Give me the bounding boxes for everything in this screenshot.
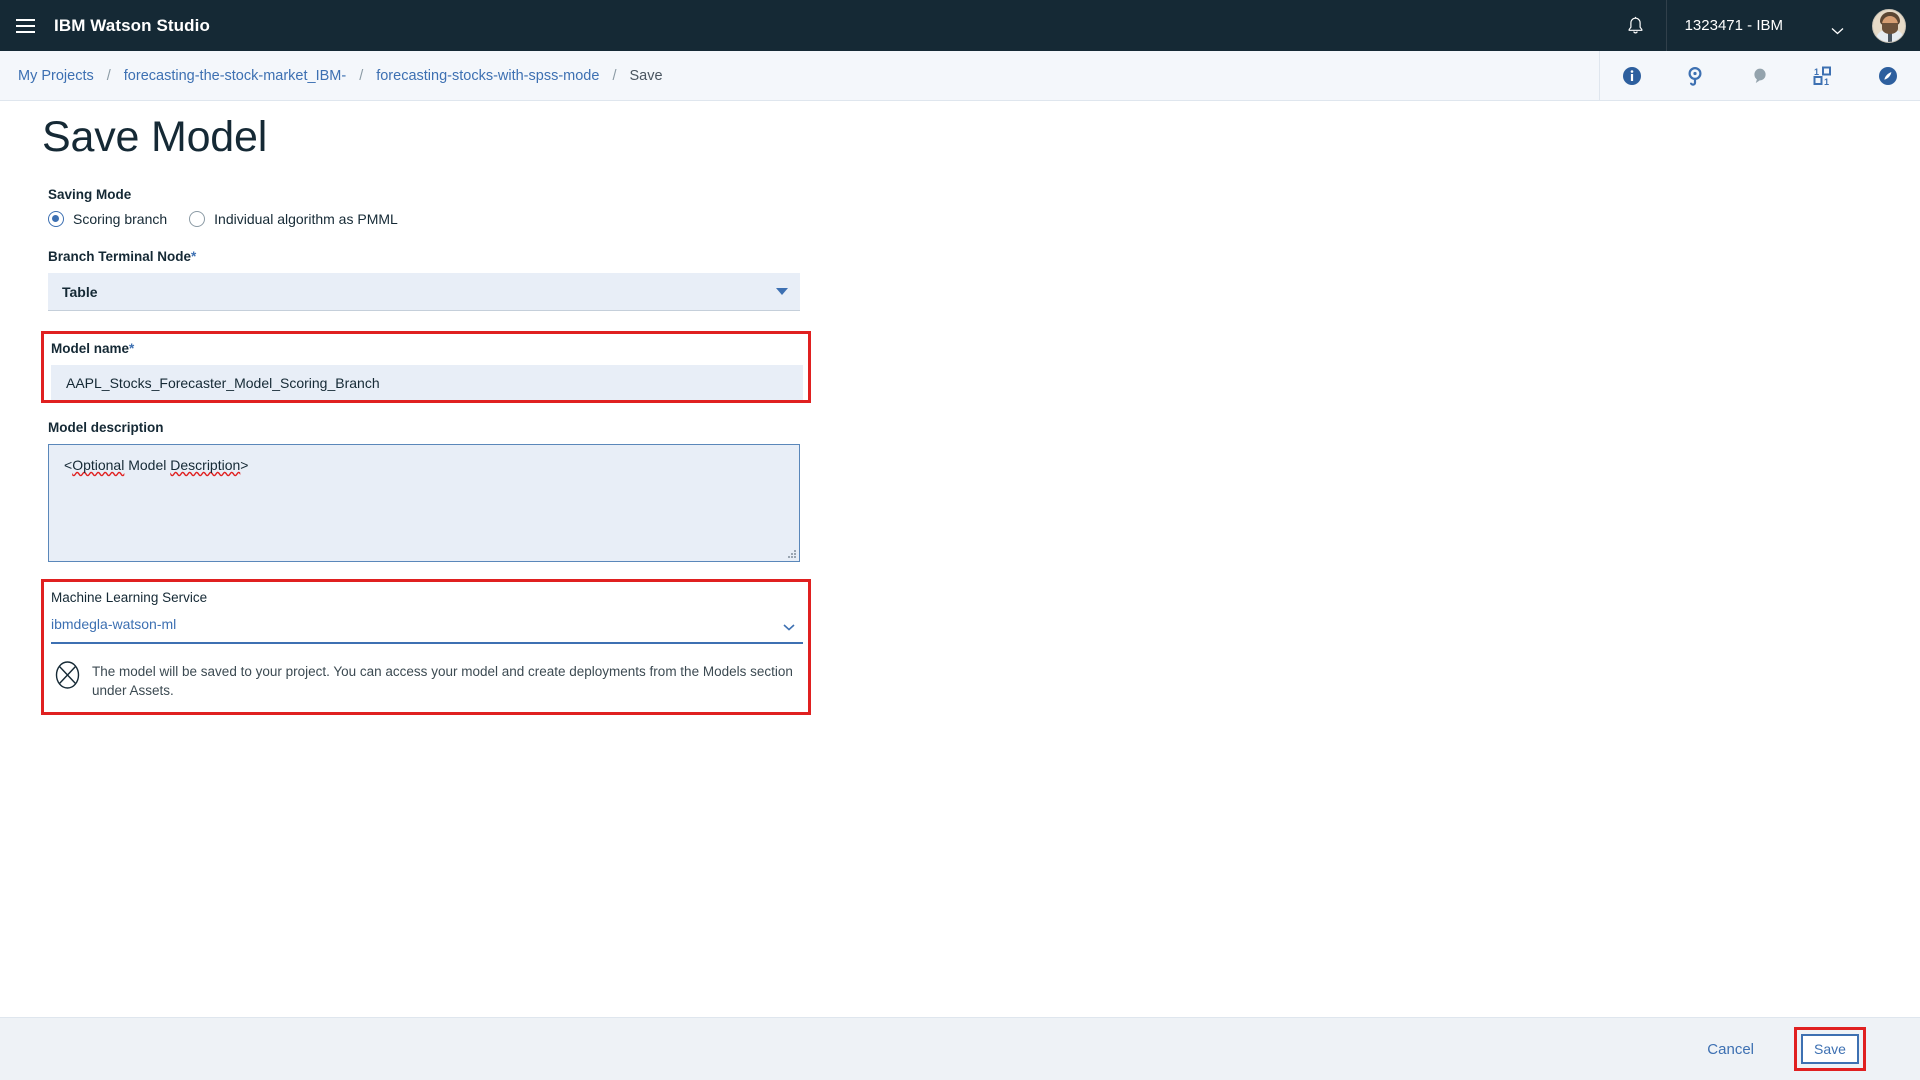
- branch-terminal-node-label-text: Branch Terminal Node: [48, 249, 191, 264]
- radio-individual-pmml-label: Individual algorithm as PMML: [214, 211, 398, 227]
- spellcheck-word: Description: [170, 457, 240, 473]
- user-avatar-image: [1872, 9, 1906, 43]
- comment-hook-glyph: [1686, 66, 1706, 86]
- breadcrumb-item-1[interactable]: forecasting-the-stock-market_IBM-: [124, 68, 346, 84]
- page-title: Save Model: [42, 113, 267, 162]
- branch-terminal-node-value: Table: [62, 284, 98, 300]
- app-brand-title: IBM Watson Studio: [54, 16, 210, 36]
- account-name-label: 1323471 - IBM: [1685, 17, 1783, 34]
- binary-code-glyph: 1 1: [1813, 66, 1835, 86]
- model-name-value: AAPL_Stocks_Forecaster_Model_Scoring_Bra…: [66, 375, 380, 391]
- model-name-input[interactable]: AAPL_Stocks_Forecaster_Model_Scoring_Bra…: [51, 365, 803, 400]
- model-description-placeholder: <Optional Model Description>: [64, 457, 248, 473]
- hamburger-line: [16, 25, 35, 27]
- spellcheck-word: Optional: [72, 457, 124, 473]
- saving-mode-section: Saving Mode Scoring branch Individual al…: [0, 187, 1000, 227]
- cancel-button[interactable]: Cancel: [1691, 1031, 1770, 1068]
- radio-scoring-branch-label: Scoring branch: [73, 211, 167, 227]
- required-marker: *: [191, 249, 196, 264]
- avatar-beard: [1882, 23, 1898, 34]
- form-action-bar: Cancel Save: [0, 1017, 1920, 1080]
- hamburger-menu-icon[interactable]: [0, 0, 50, 51]
- model-description-textarea[interactable]: <Optional Model Description>: [48, 444, 800, 562]
- model-name-section-highlight: Model name* AAPL_Stocks_Forecaster_Model…: [41, 331, 811, 403]
- machine-learning-service-label: Machine Learning Service: [51, 590, 808, 605]
- no-entry-glyph: [54, 660, 81, 690]
- saving-mode-label: Saving Mode: [48, 187, 1000, 202]
- bell-glyph: [1626, 16, 1645, 36]
- breadcrumb-item-current: Save: [629, 68, 662, 84]
- breadcrumb-item-0[interactable]: My Projects: [18, 68, 94, 84]
- machine-learning-service-value: ibmdegla-watson-ml: [51, 616, 176, 632]
- info-icon[interactable]: [1600, 51, 1664, 100]
- speech-bubble-icon[interactable]: [1728, 51, 1792, 100]
- model-description-section: Model description <Optional Model Descri…: [0, 420, 1000, 562]
- account-selector[interactable]: 1323471 - IBM: [1667, 0, 1858, 51]
- save-button[interactable]: Save: [1801, 1034, 1859, 1064]
- avatar[interactable]: [1858, 0, 1920, 51]
- radio-selected-icon: [48, 211, 64, 227]
- breadcrumb-separator: /: [346, 68, 376, 84]
- model-description-label: Model description: [48, 420, 1000, 435]
- svg-text:1: 1: [1814, 67, 1819, 77]
- breadcrumb: My Projects / forecasting-the-stock-mark…: [0, 68, 663, 84]
- breadcrumb-separator: /: [94, 68, 124, 84]
- top-navigation-right: 1323471 - IBM: [1606, 0, 1920, 51]
- binary-code-icon[interactable]: 1 1: [1792, 51, 1856, 100]
- svg-text:1: 1: [1824, 77, 1829, 86]
- chevron-down-icon: [1831, 22, 1844, 30]
- info-glyph: [1622, 66, 1642, 86]
- hamburger-line: [16, 31, 35, 33]
- top-navigation-bar: IBM Watson Studio 1323471 - IBM: [0, 0, 1920, 51]
- radio-scoring-branch[interactable]: Scoring branch: [48, 211, 167, 227]
- branch-terminal-node-section: Branch Terminal Node* Table: [0, 249, 1000, 311]
- comment-hook-icon[interactable]: [1664, 51, 1728, 100]
- bell-icon[interactable]: [1606, 0, 1666, 51]
- chevron-glyph: [783, 624, 795, 631]
- chevron-down-icon: [783, 618, 795, 625]
- breadcrumb-item-2[interactable]: forecasting-stocks-with-spss-mode: [376, 68, 599, 84]
- machine-learning-service-section-highlight: Machine Learning Service ibmdegla-watson…: [41, 579, 811, 715]
- pen-edit-icon[interactable]: [1856, 51, 1920, 100]
- pen-edit-glyph: [1878, 66, 1898, 86]
- breadcrumb-separator: /: [599, 68, 629, 84]
- machine-learning-service-note: The model will be saved to your project.…: [51, 660, 808, 701]
- model-name-label-text: Model name: [51, 341, 129, 356]
- breadcrumb-bar: My Projects / forecasting-the-stock-mark…: [0, 51, 1920, 101]
- radio-unselected-icon: [189, 211, 205, 227]
- machine-learning-service-note-text: The model will be saved to your project.…: [92, 660, 808, 701]
- save-button-highlight: Save: [1794, 1027, 1866, 1071]
- resize-grip-icon[interactable]: [787, 549, 796, 558]
- chevron-glyph: [1831, 27, 1844, 35]
- hamburger-line: [16, 19, 35, 21]
- required-marker: *: [129, 341, 134, 356]
- caret-down-icon: [776, 288, 788, 295]
- machine-learning-service-select[interactable]: ibmdegla-watson-ml: [51, 616, 803, 644]
- page-content: Save Model Saving Mode Scoring branch In…: [0, 101, 1920, 1017]
- radio-individual-pmml[interactable]: Individual algorithm as PMML: [189, 211, 398, 227]
- branch-terminal-node-select[interactable]: Table: [48, 273, 800, 311]
- branch-terminal-node-label: Branch Terminal Node*: [48, 249, 1000, 264]
- save-model-form: Saving Mode Scoring branch Individual al…: [0, 187, 1000, 715]
- breadcrumb-action-icons: 1 1: [1599, 51, 1920, 101]
- speech-bubble-glyph: [1750, 66, 1770, 86]
- model-name-label: Model name*: [51, 341, 808, 356]
- no-entry-icon: [54, 660, 81, 690]
- saving-mode-radio-group: Scoring branch Individual algorithm as P…: [48, 211, 1000, 227]
